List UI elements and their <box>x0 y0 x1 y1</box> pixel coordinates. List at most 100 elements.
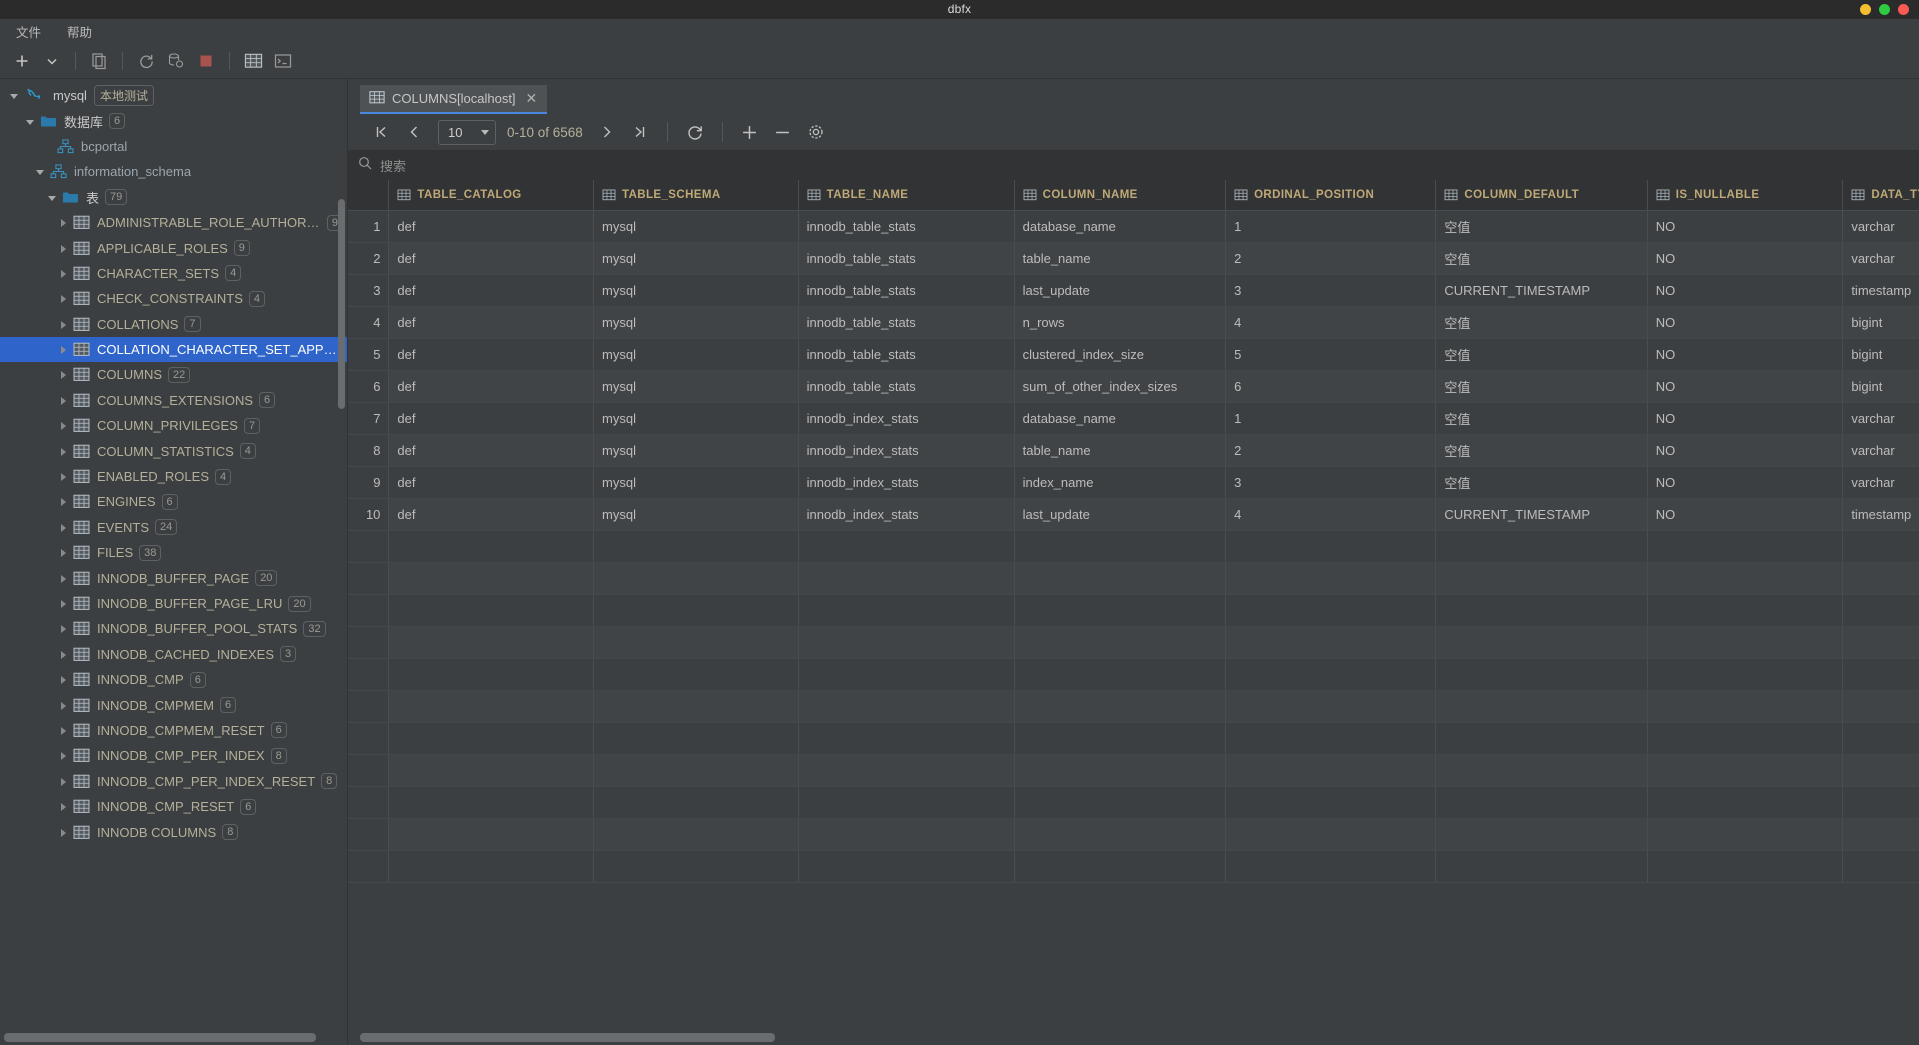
table-cell[interactable]: innodb_table_stats <box>798 242 1015 275</box>
table-cell[interactable]: innodb_table_stats <box>798 370 1015 403</box>
expand-arrow-icon[interactable] <box>57 546 70 559</box>
table-row[interactable]: 5 def mysql innodb_table_stats clustered_ind… <box>348 338 1919 371</box>
add-connection-button[interactable] <box>8 48 36 74</box>
table-cell[interactable]: NO <box>1647 274 1844 307</box>
table-row[interactable]: 1 def mysql innodb_table_stats database_name… <box>348 210 1919 243</box>
table-cell[interactable]: NO <box>1647 434 1844 467</box>
column-header[interactable]: TABLE_CATALOG <box>388 180 595 211</box>
table-cell[interactable]: NO <box>1647 306 1844 339</box>
expand-arrow-icon[interactable] <box>57 216 70 229</box>
table-cell[interactable]: table_name <box>1014 242 1227 275</box>
expand-arrow-icon[interactable] <box>57 495 70 508</box>
refresh-data-button[interactable] <box>680 119 710 145</box>
table-cell[interactable]: varchar <box>1842 402 1919 435</box>
expand-arrow-icon[interactable] <box>57 826 70 839</box>
stop-button[interactable] <box>192 48 220 74</box>
first-page-button[interactable] <box>366 119 396 145</box>
table-cell[interactable]: innodb_table_stats <box>798 306 1015 339</box>
table-row[interactable]: 9 def mysql innodb_index_stats index_name 3 空值… <box>348 466 1919 499</box>
table-cell[interactable]: CURRENT_TIMESTAMP <box>1435 274 1648 307</box>
table-row[interactable]: 6 def mysql innodb_table_stats sum_of_other_… <box>348 370 1919 403</box>
search-bar[interactable]: 搜索 <box>348 150 1919 180</box>
tree-node-table[interactable]: INNODB COLUMNS 8 <box>0 819 347 844</box>
table-cell[interactable]: 空值 <box>1435 370 1648 403</box>
minimize-button[interactable] <box>1860 4 1871 15</box>
expand-arrow-icon[interactable] <box>57 470 70 483</box>
table-cell[interactable]: mysql <box>593 466 799 499</box>
table-row[interactable]: 4 def mysql innodb_table_stats n_rows 4 空值 NO bi… <box>348 306 1919 339</box>
table-cell[interactable]: 6 <box>1225 370 1437 403</box>
table-cell[interactable]: 3 <box>1225 466 1437 499</box>
table-cell[interactable]: mysql <box>593 498 799 531</box>
table-cell[interactable]: database_name <box>1014 402 1227 435</box>
table-cell[interactable]: innodb_table_stats <box>798 338 1015 371</box>
database-settings-button[interactable] <box>162 48 190 74</box>
table-row[interactable]: 8 def mysql innodb_index_stats table_name 2 空值… <box>348 434 1919 467</box>
expand-arrow-icon[interactable] <box>34 165 47 178</box>
expand-arrow-icon[interactable] <box>57 749 70 762</box>
expand-arrow-icon[interactable] <box>57 419 70 432</box>
tree-node-table[interactable]: EVENTS 24 <box>0 515 347 540</box>
tree-node-table[interactable]: ENABLED_ROLES 4 <box>0 464 347 489</box>
table-cell[interactable]: database_name <box>1014 210 1227 243</box>
tree-node-table[interactable]: ENGINES 6 <box>0 489 347 514</box>
table-cell[interactable]: innodb_index_stats <box>798 498 1015 531</box>
table-cell[interactable]: timestamp <box>1842 498 1919 531</box>
close-button[interactable] <box>1898 4 1909 15</box>
tree-node-table[interactable]: INNODB_CMP_PER_INDEX_RESET 8 <box>0 769 347 794</box>
add-row-button[interactable] <box>735 119 765 145</box>
table-cell[interactable]: mysql <box>593 370 799 403</box>
console-button[interactable] <box>269 48 297 74</box>
table-cell[interactable]: clustered_index_size <box>1014 338 1227 371</box>
table-cell[interactable]: varchar <box>1842 434 1919 467</box>
table-cell[interactable]: mysql <box>593 274 799 307</box>
expand-arrow-icon[interactable] <box>57 368 70 381</box>
table-row[interactable]: 7 def mysql innodb_index_stats database_name… <box>348 402 1919 435</box>
table-cell[interactable]: mysql <box>593 402 799 435</box>
tree-node-table[interactable]: INNODB_CMPMEM 6 <box>0 692 347 717</box>
table-cell[interactable]: last_update <box>1014 274 1227 307</box>
tree-node-schema-information-schema[interactable]: information_schema <box>0 159 347 184</box>
table-cell[interactable]: last_update <box>1014 498 1227 531</box>
sidebar-horizontal-scrollbar[interactable] <box>4 1033 316 1042</box>
expand-arrow-icon[interactable] <box>57 572 70 585</box>
tree-node-table[interactable]: INNODB_CMP 6 <box>0 667 347 692</box>
table-cell[interactable]: 空值 <box>1435 210 1648 243</box>
grid-horizontal-scrollbar[interactable] <box>360 1033 775 1042</box>
column-header[interactable]: ORDINAL_POSITION <box>1225 180 1437 211</box>
table-cell[interactable]: NO <box>1647 466 1844 499</box>
table-cell[interactable]: 2 <box>1225 242 1437 275</box>
tree-node-table[interactable]: ADMINISTRABLE_ROLE_AUTHORIZATIONS9 <box>0 210 347 235</box>
table-cell[interactable]: varchar <box>1842 210 1919 243</box>
table-cell[interactable]: 4 <box>1225 498 1437 531</box>
table-cell[interactable]: 5 <box>1225 338 1437 371</box>
tree-node-table[interactable]: COLLATION_CHARACTER_SET_APPLICABIL... <box>0 336 347 363</box>
table-row[interactable]: 10 def mysql innodb_index_stats last_update 4… <box>348 498 1919 531</box>
table-cell[interactable]: 空值 <box>1435 242 1648 275</box>
page-size-select[interactable]: 10 <box>438 119 496 145</box>
expand-arrow-icon[interactable] <box>57 521 70 534</box>
table-cell[interactable]: NO <box>1647 370 1844 403</box>
expand-arrow-icon[interactable] <box>57 292 70 305</box>
table-cell[interactable]: innodb_table_stats <box>798 210 1015 243</box>
grid-settings-button[interactable] <box>801 119 831 145</box>
expand-arrow-icon[interactable] <box>46 191 59 204</box>
table-cell[interactable]: mysql <box>593 306 799 339</box>
tree-node-databases-folder[interactable]: 数据库 6 <box>0 108 347 133</box>
table-cell[interactable]: NO <box>1647 498 1844 531</box>
tree-node-table[interactable]: CHARACTER_SETS 4 <box>0 261 347 286</box>
tree-node-table[interactable]: INNODB_CACHED_INDEXES 3 <box>0 642 347 667</box>
table-cell[interactable]: 空值 <box>1435 306 1648 339</box>
table-cell[interactable]: bigint <box>1842 338 1919 371</box>
table-cell[interactable]: 1 <box>1225 210 1437 243</box>
expand-arrow-icon[interactable] <box>57 724 70 737</box>
table-cell[interactable]: NO <box>1647 402 1844 435</box>
maximize-button[interactable] <box>1879 4 1890 15</box>
table-cell[interactable]: varchar <box>1842 466 1919 499</box>
tree-node-table[interactable]: INNODB_BUFFER_PAGE_LRU 20 <box>0 591 347 616</box>
column-header[interactable]: IS_NULLABLE <box>1647 180 1844 211</box>
expand-arrow-icon[interactable] <box>57 267 70 280</box>
table-cell[interactable]: def <box>388 498 595 531</box>
table-cell[interactable]: bigint <box>1842 306 1919 339</box>
table-cell[interactable]: def <box>388 402 595 435</box>
